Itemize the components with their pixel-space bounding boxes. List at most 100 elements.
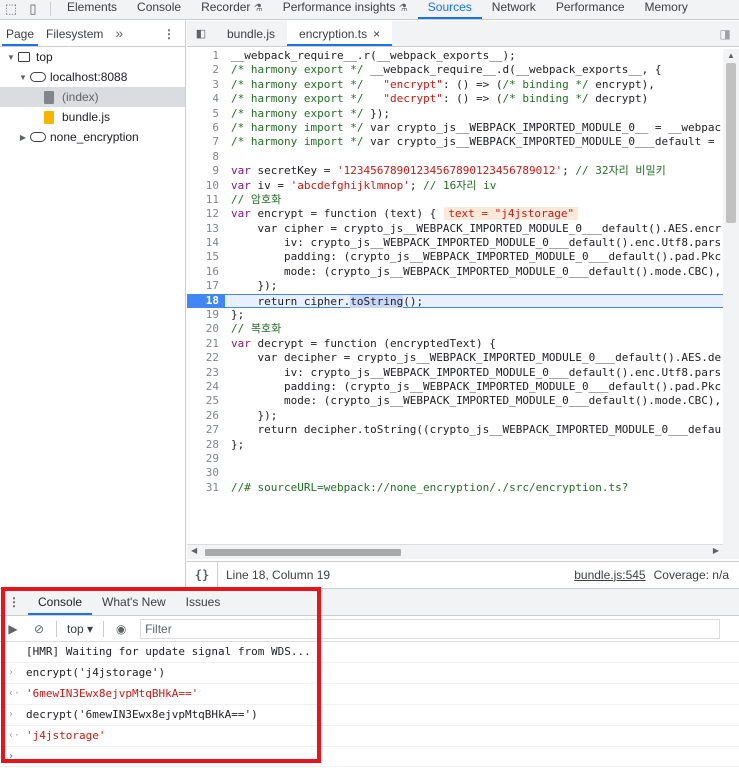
- tab-sources[interactable]: Sources: [417, 0, 482, 19]
- line-number[interactable]: 18: [187, 293, 225, 309]
- line-number[interactable]: 21: [187, 337, 225, 351]
- drawer-menu-kebab-icon[interactable]: ⋮: [0, 589, 28, 615]
- code-line[interactable]: 20 // 복호화: [187, 322, 723, 336]
- tab-performance-insights[interactable]: Performance insights ⚗: [273, 0, 418, 19]
- collapse-arrow-icon[interactable]: ▶: [18, 133, 28, 142]
- tree-item-index[interactable]: (index): [0, 87, 185, 107]
- tab-page[interactable]: Page: [0, 21, 40, 46]
- line-number[interactable]: 10: [187, 179, 225, 193]
- code-line[interactable]: 14 iv: crypto_js__WEBPACK_IMPORTED_MODUL…: [187, 236, 723, 250]
- tab-performance[interactable]: Performance: [546, 0, 635, 19]
- code-line[interactable]: 24 padding: (crypto_js__WEBPACK_IMPORTED…: [187, 380, 723, 394]
- code-line[interactable]: 23 iv: crypto_js__WEBPACK_IMPORTED_MODUL…: [187, 366, 723, 380]
- code-line[interactable]: 5 /* harmony export */ });: [187, 107, 723, 121]
- code-line[interactable]: 16 mode: (crypto_js__WEBPACK_IMPORTED_MO…: [187, 265, 723, 279]
- code-line[interactable]: 1 __webpack_require__.r(__webpack_exports…: [187, 49, 723, 63]
- line-number[interactable]: 6: [187, 121, 225, 135]
- line-number[interactable]: 12: [187, 207, 225, 221]
- navigator-menu-kebab-icon[interactable]: ⋮: [153, 21, 185, 46]
- code-line[interactable]: 10 var iv = 'abcdefghijklmnop'; // 16자리 i…: [187, 179, 723, 193]
- code-line[interactable]: 17 });: [187, 279, 723, 293]
- code-line[interactable]: 9 var secretKey = '1234567890123456789012…: [187, 164, 723, 178]
- line-number[interactable]: 16: [187, 265, 225, 279]
- code-line[interactable]: 3 /* harmony export */ "encrypt": () => (…: [187, 78, 723, 92]
- drawer-tab-whats-new[interactable]: What's New: [92, 589, 176, 615]
- code-line[interactable]: 30: [187, 466, 723, 480]
- tab-elements[interactable]: Elements: [57, 0, 127, 19]
- tree-item-top[interactable]: ▼ top: [0, 47, 185, 67]
- line-number[interactable]: 23: [187, 366, 225, 380]
- expand-arrow-icon[interactable]: ▼: [18, 73, 28, 82]
- tab-memory[interactable]: Memory: [635, 0, 698, 19]
- line-number[interactable]: 20: [187, 322, 225, 336]
- line-number[interactable]: 30: [187, 466, 225, 480]
- code-line[interactable]: 11 // 암호화: [187, 193, 723, 207]
- line-number[interactable]: 4: [187, 92, 225, 106]
- line-number[interactable]: 9: [187, 164, 225, 178]
- line-number[interactable]: 15: [187, 250, 225, 264]
- inspect-element-icon[interactable]: ⬚: [0, 0, 22, 19]
- scroll-up-icon[interactable]: ▲: [727, 51, 735, 60]
- console-result-message[interactable]: ‹· 'j4jstorage': [0, 726, 739, 747]
- drawer-tab-console[interactable]: Console: [28, 589, 93, 615]
- horizontal-scroll-thumb[interactable]: [205, 549, 401, 556]
- tree-item-none-encryption[interactable]: ▶ none_encryption: [0, 127, 185, 147]
- drawer-tab-issues[interactable]: Issues: [176, 589, 231, 615]
- pretty-print-icon[interactable]: {}: [187, 568, 217, 582]
- code-line[interactable]: 7 /* harmony import */ var crypto_js__WEB…: [187, 135, 723, 149]
- line-number[interactable]: 1: [187, 49, 225, 63]
- toggle-navigator-icon[interactable]: ◧: [187, 21, 215, 46]
- tree-item-localhost[interactable]: ▼ localhost:8088: [0, 67, 185, 87]
- clear-console-icon[interactable]: ⊘: [26, 622, 52, 636]
- scroll-left-icon[interactable]: ◀: [191, 546, 197, 555]
- device-toolbar-icon[interactable]: ▯: [22, 0, 44, 19]
- scroll-right-icon[interactable]: ▶: [713, 546, 719, 555]
- code-line[interactable]: 15 padding: (crypto_js__WEBPACK_IMPORTED…: [187, 250, 723, 264]
- console-filter-input[interactable]: [140, 618, 721, 639]
- code-line[interactable]: 2 /* harmony export */ __webpack_require_…: [187, 63, 723, 77]
- line-number[interactable]: 11: [187, 193, 225, 207]
- code-line[interactable]: 31 //# sourceURL=webpack://none_encryptio…: [187, 481, 723, 495]
- line-number[interactable]: 13: [187, 222, 225, 236]
- line-number[interactable]: 19: [187, 308, 225, 322]
- code-line[interactable]: 28};: [187, 438, 723, 452]
- console-prompt[interactable]: ›: [0, 747, 739, 767]
- code-line[interactable]: 19};: [187, 308, 723, 322]
- line-number[interactable]: 3: [187, 78, 225, 92]
- tree-item-bundle-js[interactable]: bundle.js: [0, 107, 185, 127]
- toggle-debugger-icon[interactable]: ◨: [711, 21, 739, 46]
- console-input-message[interactable]: › decrypt('6mewIN3Ewx8ejvpMtqBHkA=='): [0, 705, 739, 726]
- code-line[interactable]: 13 var cipher = crypto_js__WEBPACK_IMPOR…: [187, 222, 723, 236]
- code-line[interactable]: 21 var decrypt = function (encryptedText)…: [187, 337, 723, 351]
- live-expression-eye-icon[interactable]: ◉: [108, 622, 134, 636]
- expand-arrow-icon[interactable]: ▼: [6, 53, 16, 62]
- line-number[interactable]: 22: [187, 351, 225, 365]
- editor-tab-encryption-ts[interactable]: encryption.ts ×: [287, 21, 393, 46]
- line-number[interactable]: 29: [187, 452, 225, 466]
- line-number[interactable]: 14: [187, 236, 225, 250]
- tab-filesystem[interactable]: Filesystem: [40, 21, 109, 46]
- more-tabs-chevron-icon[interactable]: »: [109, 21, 129, 46]
- console-input-message[interactable]: › encrypt('j4jstorage'): [0, 663, 739, 684]
- line-number[interactable]: 26: [187, 409, 225, 423]
- tab-network[interactable]: Network: [482, 0, 546, 19]
- tab-recorder[interactable]: Recorder ⚗: [191, 0, 273, 19]
- line-number[interactable]: 7: [187, 135, 225, 149]
- code-line[interactable]: 27 return decipher.toString((crypto_js__…: [187, 423, 723, 437]
- vertical-scroll-thumb[interactable]: [726, 63, 736, 223]
- line-number[interactable]: 31: [187, 481, 225, 495]
- line-number[interactable]: 27: [187, 423, 225, 437]
- console-result-message[interactable]: ‹· '6mewIN3Ewx8ejvpMtqBHkA==': [0, 684, 739, 705]
- paused-code-line[interactable]: 18 return cipher.toString();: [187, 293, 723, 309]
- context-selector[interactable]: top ▾: [61, 622, 99, 636]
- vertical-scrollbar[interactable]: ▲: [723, 49, 739, 559]
- line-number[interactable]: 28: [187, 438, 225, 452]
- source-location-link[interactable]: bundle.js:545: [574, 568, 645, 582]
- code-line[interactable]: 4 /* harmony export */ "decrypt": () => (…: [187, 92, 723, 106]
- code-line[interactable]: 12 var encrypt = function (text) {text = …: [187, 207, 723, 221]
- show-sidebar-icon[interactable]: ▶: [0, 622, 26, 636]
- line-number[interactable]: 24: [187, 380, 225, 394]
- line-number[interactable]: 8: [187, 150, 225, 164]
- code-area[interactable]: 1 __webpack_require__.r(__webpack_exports…: [187, 49, 723, 559]
- code-line[interactable]: 29: [187, 452, 723, 466]
